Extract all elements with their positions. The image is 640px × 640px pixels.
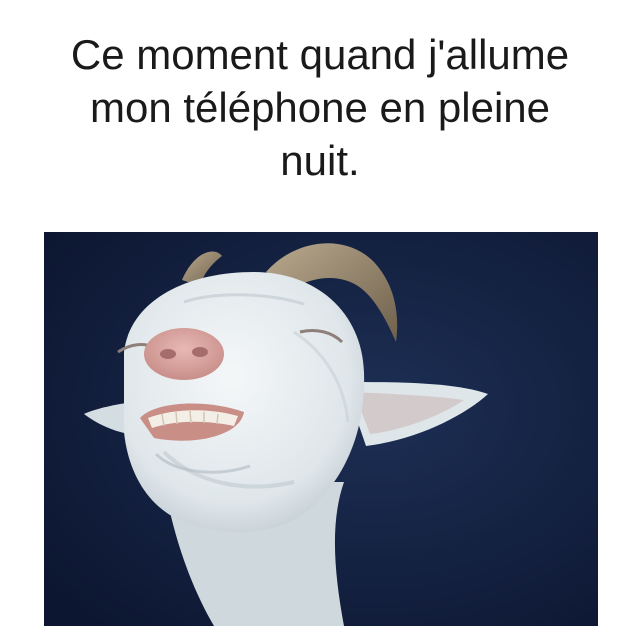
caption-line-1: Ce moment quand j'allume [70, 31, 570, 78]
caption-line-2: mon téléphone en pleine [89, 84, 551, 131]
caption-line-3: nuit. [280, 137, 360, 184]
meme-caption: Ce moment quand j'allume mon téléphone e… [0, 28, 640, 187]
goat-illustration [44, 232, 598, 626]
nose-icon [144, 328, 224, 380]
meme-card: Ce moment quand j'allume mon téléphone e… [0, 0, 640, 640]
goat-photo [44, 232, 598, 626]
